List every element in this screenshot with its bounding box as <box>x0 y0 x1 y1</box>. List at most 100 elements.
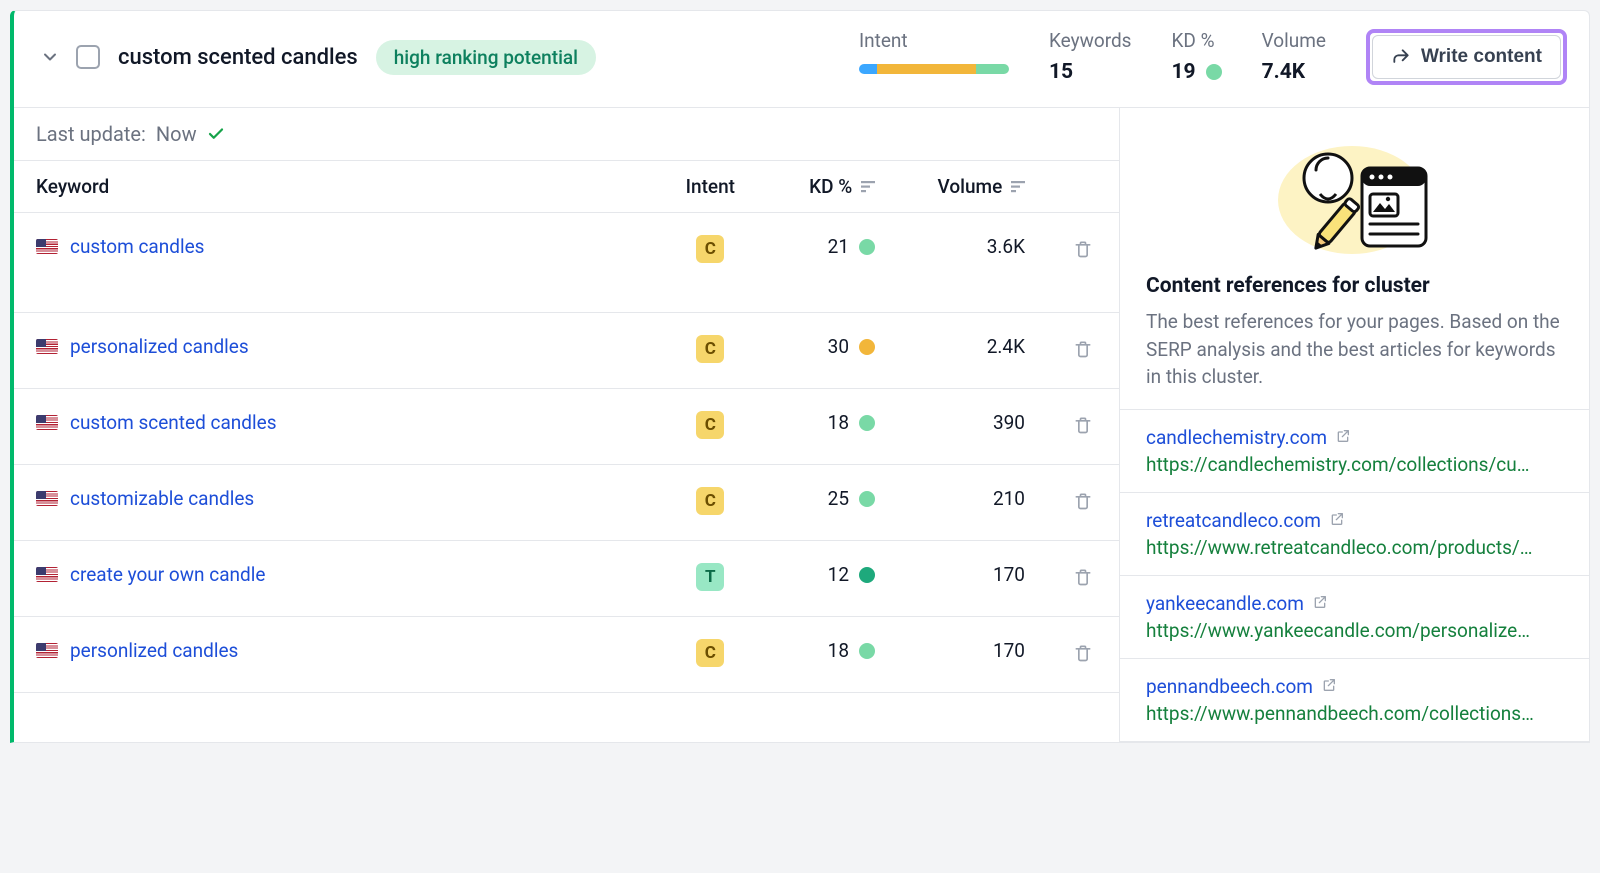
reference-domain-link[interactable]: retreatcandleco.com <box>1146 509 1345 532</box>
kd-value: 21 <box>828 235 849 258</box>
references-subtext: The best references for your pages. Base… <box>1120 308 1589 409</box>
volume-value: 7.4K <box>1262 60 1326 84</box>
reference-domain-text: yankeecandle.com <box>1146 592 1304 615</box>
delete-button[interactable] <box>1069 487 1097 518</box>
intent-badge: C <box>696 235 724 263</box>
table-row: personalized candlesC302.4K <box>14 313 1119 389</box>
keywords-value: 15 <box>1049 60 1132 84</box>
reference-item: pennandbeech.com https://www.pennandbeech… <box>1120 659 1589 742</box>
reference-domain-link[interactable]: pennandbeech.com <box>1146 675 1337 698</box>
volume-value: 3.6K <box>987 235 1025 258</box>
kd-dot <box>859 339 875 355</box>
delete-button[interactable] <box>1069 335 1097 366</box>
kd-value: 19 <box>1172 60 1222 84</box>
select-cluster-checkbox[interactable] <box>76 45 100 69</box>
kd-label: KD % <box>1172 29 1222 52</box>
kd-dot <box>859 415 875 431</box>
reference-item: yankeecandle.com https://www.yankeecandle… <box>1120 576 1589 659</box>
intent-stat: Intent <box>859 29 1009 74</box>
keyword-link[interactable]: customizable candles <box>70 487 254 510</box>
kd-stat: KD % 19 <box>1172 29 1222 84</box>
kd-value: 18 <box>828 639 849 662</box>
delete-button[interactable] <box>1069 235 1097 266</box>
intent-badge: C <box>696 335 724 363</box>
kd-value: 12 <box>828 563 849 586</box>
delete-button[interactable] <box>1069 563 1097 594</box>
intent-label: Intent <box>859 29 1009 52</box>
references-sidebar: Content references for cluster The best … <box>1119 108 1589 742</box>
cluster-body: Last update: Now Keyword Intent KD % <box>14 107 1589 742</box>
external-link-icon <box>1312 592 1328 615</box>
intent-badge: C <box>696 411 724 439</box>
table-row: create your own candle T 12 170 <box>14 541 1119 617</box>
intent-badge: T <box>696 563 724 591</box>
kd-dot <box>859 491 875 507</box>
reference-domain-text: candlechemistry.com <box>1146 426 1327 449</box>
volume-value: 170 <box>993 563 1025 586</box>
col-intent[interactable]: Intent <box>664 161 757 213</box>
ranking-potential-badge: high ranking potential <box>376 40 596 75</box>
volume-stat: Volume 7.4K <box>1262 29 1326 84</box>
reference-domain-text: retreatcandleco.com <box>1146 509 1321 532</box>
write-content-label: Write content <box>1421 46 1542 68</box>
references-heading: Content references for cluster <box>1120 274 1589 308</box>
col-kd-label: KD % <box>809 175 852 198</box>
trash-icon <box>1073 423 1093 438</box>
share-arrow-icon <box>1391 47 1411 67</box>
reference-url: https://candlechemistry.com/collections/… <box>1146 453 1563 476</box>
reference-domain-link[interactable]: yankeecandle.com <box>1146 592 1328 615</box>
volume-label: Volume <box>1262 29 1326 52</box>
intent-badge: C <box>696 487 724 515</box>
intent-bar <box>859 64 1009 74</box>
keyword-link[interactable]: custom candles <box>70 235 204 258</box>
sort-icon <box>1011 175 1025 198</box>
col-kd[interactable]: KD % <box>757 161 897 213</box>
trash-icon <box>1073 651 1093 666</box>
table-row: custom candles C 21 3.6K <box>14 213 1119 313</box>
collapse-toggle[interactable] <box>36 43 64 71</box>
header-stats: Intent Keywords 15 KD % 19 Volume 7.4K <box>859 29 1567 85</box>
external-link-icon <box>1335 426 1351 449</box>
check-icon <box>207 125 225 143</box>
reference-domain-text: pennandbeech.com <box>1146 675 1313 698</box>
trash-icon <box>1073 499 1093 514</box>
keyword-link[interactable]: personlized candles <box>70 639 238 662</box>
reference-item: candlechemistry.com https://candlechemist… <box>1120 410 1589 493</box>
keywords-label: Keywords <box>1049 29 1132 52</box>
reference-url: https://www.pennandbeech.com/collections… <box>1146 702 1563 725</box>
cluster-panel: custom scented candles high ranking pote… <box>10 10 1590 743</box>
write-content-button[interactable]: Write content <box>1372 35 1561 79</box>
flag-icon <box>36 567 58 582</box>
col-volume[interactable]: Volume <box>897 161 1047 213</box>
flag-icon <box>36 643 58 658</box>
table-row: custom scented candles C 18 390 <box>14 389 1119 465</box>
col-keyword[interactable]: Keyword <box>14 161 664 213</box>
keywords-stat: Keywords 15 <box>1049 29 1132 84</box>
external-link-icon <box>1321 675 1337 698</box>
cluster-title: custom scented candles <box>118 45 358 70</box>
table-row: personlized candlesC18170 <box>14 617 1119 693</box>
reference-url: https://www.yankeecandle.com/personalize… <box>1146 619 1563 642</box>
intent-badge: C <box>696 639 724 667</box>
chevron-down-icon <box>42 49 58 65</box>
last-update: Last update: Now <box>14 108 1119 161</box>
keyword-link[interactable]: personalized candles <box>70 335 249 358</box>
trash-icon <box>1073 575 1093 590</box>
intent-segment <box>877 64 976 74</box>
lightbulb-page-icon <box>1270 134 1440 264</box>
table-row: customizable candlesC25210 <box>14 465 1119 541</box>
flag-icon <box>36 491 58 506</box>
reference-domain-link[interactable]: candlechemistry.com <box>1146 426 1351 449</box>
keyword-link[interactable]: create your own candle <box>70 563 265 586</box>
flag-icon <box>36 415 58 430</box>
keyword-link[interactable]: custom scented candles <box>70 411 277 434</box>
sort-icon <box>861 175 875 198</box>
intent-segment <box>859 64 877 74</box>
flag-icon <box>36 239 58 254</box>
kd-value: 18 <box>828 411 849 434</box>
delete-button[interactable] <box>1069 411 1097 442</box>
delete-button[interactable] <box>1069 639 1097 670</box>
kd-dot <box>859 567 875 583</box>
volume-value: 390 <box>993 411 1025 434</box>
kd-value: 25 <box>828 487 849 510</box>
